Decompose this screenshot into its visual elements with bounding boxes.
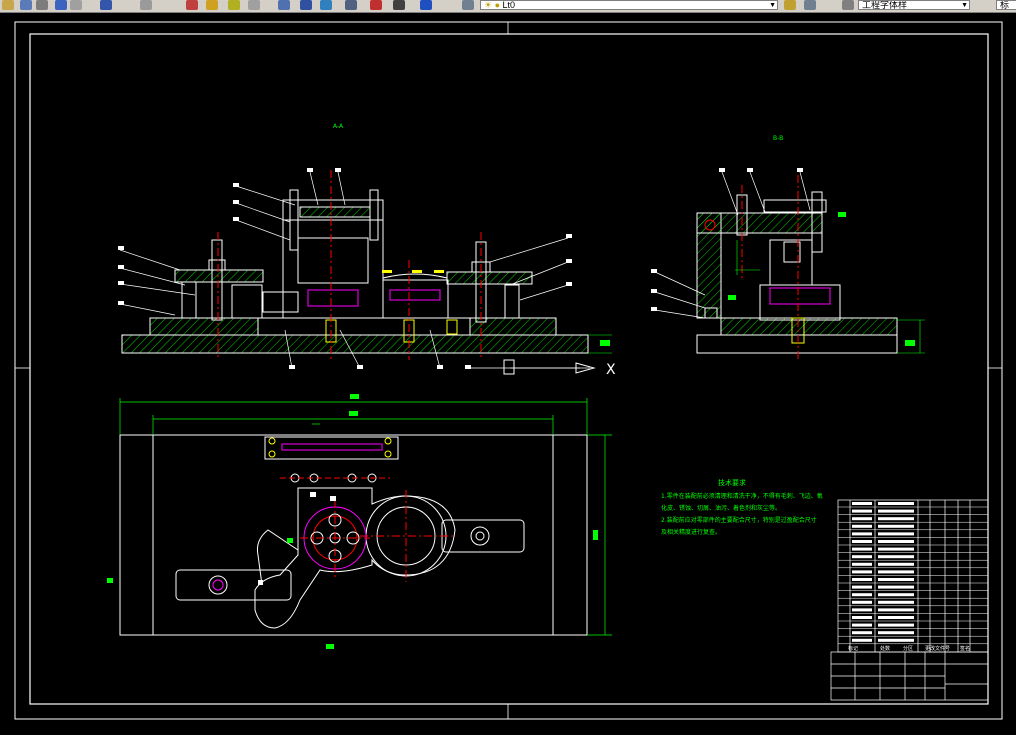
parts-row-text xyxy=(878,547,914,551)
tech-line-4: 及相关精度进行复查。 xyxy=(661,528,721,536)
zoom-in-icon[interactable] xyxy=(186,0,198,10)
x-axis-marker: X xyxy=(606,362,616,378)
parts-row-text xyxy=(878,524,914,528)
parts-row-text xyxy=(852,631,872,635)
parts-row-text xyxy=(878,631,914,635)
parts-row-text xyxy=(852,608,872,612)
layer-dropdown[interactable]: ☀ ● Lt0 ▼ xyxy=(480,0,778,10)
parts-row-text xyxy=(878,540,914,543)
parts-row-text xyxy=(878,555,914,559)
parts-row-text xyxy=(852,578,872,581)
section-a-view: A-A X xyxy=(118,123,616,378)
properties-icon[interactable] xyxy=(300,0,312,10)
tb-header-2: 处数 xyxy=(880,645,890,652)
cad-drawing: A-A X B-B 技术要求 1.零件在装配前必须清理和清洗干净，不得有毛刺、飞… xyxy=(14,21,1003,720)
tb-header-1: 标记 xyxy=(848,645,858,652)
parts-row-text xyxy=(852,593,872,597)
layer-state-icon: ☀ ● xyxy=(484,0,503,10)
parts-row-text xyxy=(878,638,914,642)
section-b-view: B-B xyxy=(651,135,925,360)
zoom-previous-icon[interactable] xyxy=(248,0,260,10)
tech-title: 技术要求 xyxy=(718,478,746,487)
sheet-border xyxy=(14,21,1003,720)
right-dropdown[interactable]: 标 xyxy=(996,0,1016,10)
drawing-frame xyxy=(29,33,989,705)
markup-icon[interactable] xyxy=(370,0,382,10)
layer-value: Lt0 xyxy=(502,0,516,10)
parts-row-text xyxy=(852,532,872,536)
parts-list xyxy=(837,499,989,653)
undo-icon[interactable] xyxy=(55,0,67,10)
section-b-label: B-B xyxy=(773,135,783,142)
parts-row-text xyxy=(852,585,872,589)
parts-row-text xyxy=(878,517,914,521)
tech-line-3: 2.装配前应对零部件的主要配合尺寸，特别是过盈配合尺寸 xyxy=(661,516,817,524)
parts-row-text xyxy=(852,509,872,513)
layer-icon[interactable] xyxy=(462,0,474,10)
parts-row-text xyxy=(852,570,872,574)
parts-row-text xyxy=(878,623,914,627)
parts-row-text xyxy=(878,585,914,589)
parts-row-text xyxy=(878,562,914,566)
parts-row-text xyxy=(878,616,914,619)
parts-row-text xyxy=(852,555,872,559)
calculator-icon[interactable] xyxy=(393,0,405,10)
tech-requirements: 技术要求 1.零件在装配前必须清理和清洗干净，不得有毛刺、飞边、氧 化皮、锈蚀、… xyxy=(661,478,823,536)
parts-row-text xyxy=(852,562,872,566)
help-icon[interactable] xyxy=(420,0,432,10)
layer-states-icon[interactable] xyxy=(804,0,816,10)
title-block-headers: 标记 处数 分区 更改文件号 签名 xyxy=(848,645,970,652)
parts-row-text xyxy=(852,502,872,505)
parts-row-text xyxy=(878,608,914,612)
parts-row-text xyxy=(878,570,914,574)
parts-row-text xyxy=(852,517,872,521)
tool-palette-icon[interactable] xyxy=(345,0,357,10)
parts-row-text xyxy=(852,623,872,627)
parts-row-text xyxy=(878,578,914,581)
parts-row-text xyxy=(878,509,914,513)
tb-header-4: 更改文件号 xyxy=(925,645,950,652)
right-value: 标 xyxy=(1000,0,1010,10)
tb-header-5: 签名 xyxy=(960,645,970,652)
text-style-dropdown[interactable]: 工程字体样 ▼ xyxy=(858,0,970,10)
chevron-down-icon: ▼ xyxy=(769,2,776,9)
zoom-out-icon[interactable] xyxy=(206,0,218,10)
print-icon[interactable] xyxy=(36,0,48,10)
parts-row-text xyxy=(878,593,914,597)
save-icon[interactable] xyxy=(20,0,32,10)
tech-line-1: 1.零件在装配前必须清理和清洗干净，不得有毛刺、飞边、氧 xyxy=(661,492,823,500)
pan-icon[interactable] xyxy=(100,0,112,10)
parts-row-text xyxy=(878,502,914,505)
parts-row-text xyxy=(852,540,872,543)
parts-row-text xyxy=(852,638,872,642)
style-value: 工程字体样 xyxy=(862,0,908,10)
drawing-canvas[interactable]: A-A X B-B 技术要求 1.零件在装配前必须清理和清洗干净，不得有毛刺、飞… xyxy=(0,13,1016,731)
layer-previous-icon[interactable] xyxy=(784,0,796,10)
parts-row-text xyxy=(852,600,872,604)
zoom-window-icon[interactable] xyxy=(228,0,240,10)
tech-line-2: 化皮、锈蚀、切屑、油污、着色剂和灰尘等。 xyxy=(661,504,781,512)
zoom-icon[interactable] xyxy=(140,0,152,10)
section-a-label: A-A xyxy=(333,123,344,130)
plan-view xyxy=(107,394,612,649)
chevron-down-icon: ▼ xyxy=(961,2,968,9)
parts-rows xyxy=(838,502,988,645)
cad-toolbar: ☀ ● Lt0 ▼ 工程字体样 ▼ 标 xyxy=(0,0,1016,13)
title-block xyxy=(830,651,989,701)
parts-row-text xyxy=(878,600,914,604)
design-center-icon[interactable] xyxy=(320,0,332,10)
parts-row-text xyxy=(852,524,872,528)
parts-row-text xyxy=(852,616,872,619)
style-icon[interactable] xyxy=(842,0,854,10)
parts-row-text xyxy=(878,532,914,536)
redo-icon[interactable] xyxy=(70,0,82,10)
text-style-icon[interactable] xyxy=(278,0,290,10)
parts-row-text xyxy=(852,547,872,551)
open-icon[interactable] xyxy=(2,0,14,10)
tb-header-3: 分区 xyxy=(903,645,913,652)
